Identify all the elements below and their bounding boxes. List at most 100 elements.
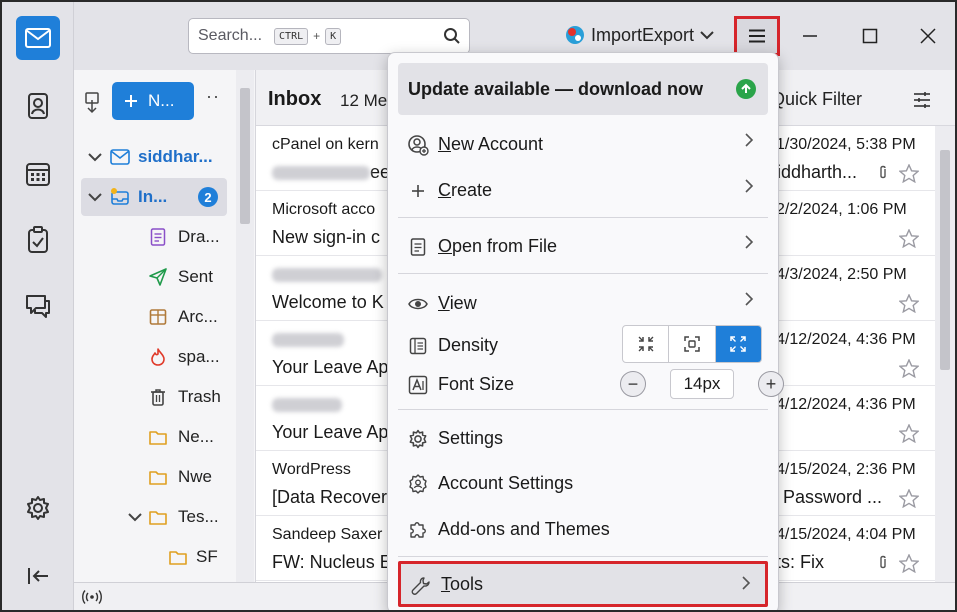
folder-label: Dra...	[178, 227, 220, 246]
menu-item-settings[interactable]: Settings	[398, 418, 768, 458]
menu-item-view[interactable]: View	[398, 283, 768, 323]
chevron-down-icon[interactable]	[88, 149, 102, 165]
scrollbar-thumb[interactable]	[240, 88, 250, 224]
chevron-down-icon	[700, 31, 714, 40]
account-settings-icon	[407, 473, 429, 495]
folder-drafts[interactable]: Dra...	[74, 218, 234, 256]
star-icon[interactable]	[898, 293, 920, 318]
chevron-down-icon[interactable]	[128, 509, 142, 525]
puzzle-icon	[407, 519, 429, 541]
maximize-button[interactable]	[858, 24, 882, 48]
minimize-icon	[803, 35, 817, 37]
star-icon[interactable]	[898, 423, 920, 448]
folder-tes[interactable]: Tes...	[74, 498, 234, 536]
folder-label: Tes...	[178, 507, 219, 526]
display-options-icon[interactable]	[912, 91, 932, 109]
folder-icon	[148, 507, 168, 527]
star-icon[interactable]	[898, 228, 920, 253]
collapse-spaces-button[interactable]	[16, 554, 60, 598]
folder-trash[interactable]: Trash	[74, 378, 234, 416]
mail-space-button[interactable]	[16, 16, 60, 60]
sent-icon	[148, 267, 168, 287]
message-date: 4/12/2024, 4:36 PM	[776, 331, 916, 348]
scrollbar-thumb[interactable]	[940, 150, 950, 370]
menu-item-label: Add-ons and Themes	[438, 518, 610, 539]
folder-nwe[interactable]: Nwe	[74, 458, 234, 496]
font-size-icon	[407, 374, 429, 396]
drafts-icon	[148, 227, 168, 247]
font-size-decrease-button[interactable]: −	[620, 371, 646, 397]
label-rest: reate	[451, 179, 493, 200]
accesskey-letter: C	[438, 179, 451, 200]
quick-filter-button[interactable]: Quick Filter	[771, 89, 932, 110]
star-icon[interactable]	[898, 163, 920, 188]
message-date: 1/30/2024, 5:38 PM	[776, 136, 916, 153]
tasks-button[interactable]	[16, 218, 60, 262]
new-message-button[interactable]: N...	[112, 82, 194, 120]
close-button[interactable]	[916, 24, 940, 48]
menu-item-open-from-file[interactable]: Open from File	[398, 226, 768, 266]
app-menu-button[interactable]	[734, 16, 780, 56]
message-date: 2/2/2024, 1:06 PM	[776, 201, 907, 218]
open-file-icon	[407, 236, 429, 258]
folder-archive[interactable]: Arc...	[74, 298, 234, 336]
shortcut-key-k: K	[325, 27, 342, 45]
mail-icon	[25, 28, 51, 48]
accesskey-letter: O	[438, 235, 453, 256]
redacted-text	[272, 166, 370, 181]
attachment-icon	[878, 165, 888, 186]
message-sender-redacted	[272, 331, 344, 349]
inbox-icon	[110, 187, 130, 207]
app-menu-panel: Update available — download now New Acco…	[387, 52, 784, 610]
font-size-increase-button[interactable]: +	[758, 371, 784, 397]
folder-pane-scrollbar[interactable]	[236, 70, 254, 582]
compact-icon	[638, 336, 654, 352]
shortcut-plus: +	[313, 29, 321, 43]
accesskey-letter: N	[438, 133, 451, 154]
folder-pane-options-button[interactable]: ··	[206, 86, 220, 107]
folder-sf[interactable]: SF	[74, 538, 234, 576]
get-messages-icon[interactable]	[84, 92, 100, 119]
accesskey-letter: V	[438, 292, 450, 313]
star-icon[interactable]	[898, 553, 920, 578]
menu-item-label: Tools	[441, 574, 483, 595]
star-icon[interactable]	[898, 358, 920, 383]
search-box[interactable]: Search... CTRL + K	[188, 18, 470, 54]
menu-item-create[interactable]: Create	[398, 170, 768, 210]
star-icon[interactable]	[898, 488, 920, 513]
minimize-button[interactable]	[798, 24, 822, 48]
density-compact-button[interactable]	[623, 326, 670, 362]
folder-spam[interactable]: spa...	[74, 338, 234, 376]
density-normal-button[interactable]	[669, 326, 716, 362]
calendar-icon	[26, 163, 50, 186]
redacted-text	[272, 397, 342, 412]
chat-button[interactable]	[16, 284, 60, 328]
chevron-down-icon[interactable]	[88, 189, 102, 205]
message-list-scrollbar[interactable]	[935, 126, 955, 582]
folder-label: spa...	[178, 347, 220, 366]
density-touch-button[interactable]	[715, 326, 761, 362]
message-subject: [Data Recover	[272, 487, 388, 507]
update-banner[interactable]: Update available — download now	[398, 63, 768, 115]
menu-item-new-account[interactable]: New Account	[398, 124, 768, 164]
search-icon[interactable]	[443, 27, 461, 50]
folder-label: Ne...	[178, 427, 214, 446]
calendar-button[interactable]	[16, 152, 60, 196]
folder-sent[interactable]: Sent	[74, 258, 234, 296]
online-status-icon[interactable]	[82, 589, 102, 610]
account-button[interactable]: ImportExport	[564, 24, 714, 46]
menu-item-tools[interactable]: Tools	[398, 561, 768, 607]
spam-icon	[148, 347, 168, 367]
collapse-left-icon	[28, 568, 48, 584]
redacted-text	[272, 332, 344, 347]
folder-inbox[interactable]: In... 2	[81, 178, 227, 216]
settings-space-button[interactable]	[16, 486, 60, 530]
message-preview: ts: Fix	[776, 552, 824, 572]
tasks-icon	[28, 226, 48, 253]
account-row[interactable]: siddhar...	[74, 138, 234, 176]
folder-label: Sent	[178, 267, 213, 286]
menu-item-account-settings[interactable]: Account Settings	[398, 463, 768, 503]
menu-item-addons-themes[interactable]: Add-ons and Themes	[398, 509, 768, 549]
folder-ne[interactable]: Ne...	[74, 418, 234, 456]
address-book-button[interactable]	[16, 84, 60, 128]
